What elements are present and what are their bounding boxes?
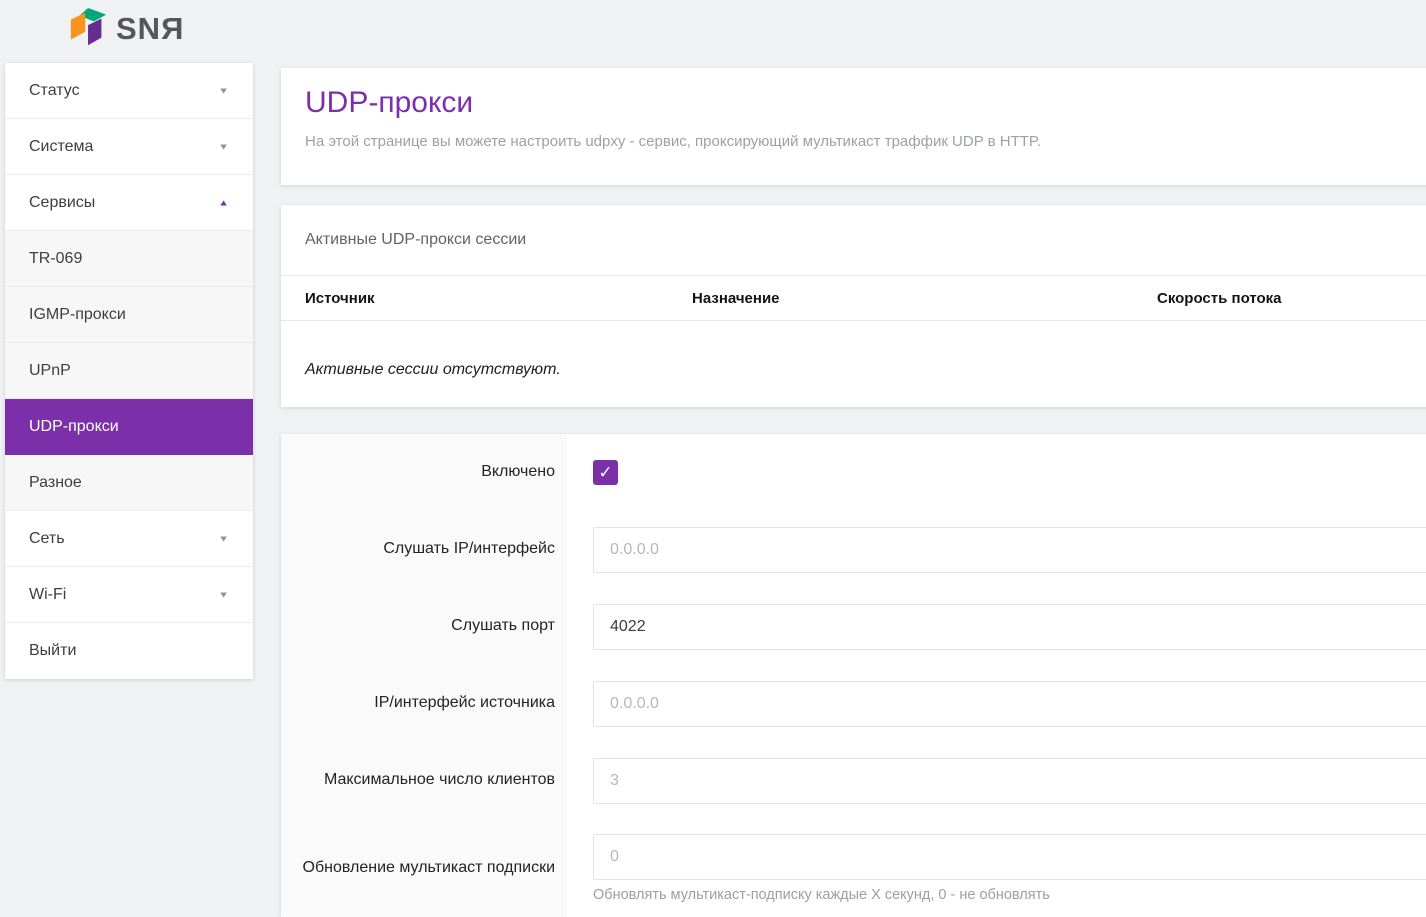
max-clients-label: Максимальное число клиентов <box>281 742 567 819</box>
column-stream-rate: Скорость потока <box>1157 290 1426 307</box>
multicast-refresh-hint: Обновлять мультикаст-подписку каждые X с… <box>593 887 1426 903</box>
sessions-card-title: Активные UDP-прокси сессии <box>281 205 1426 275</box>
max-clients-input[interactable] <box>593 758 1426 804</box>
snr-cube-icon <box>68 7 110 51</box>
sidebar-item-misc[interactable]: Разное <box>5 455 253 511</box>
chevron-down-icon: ▼ <box>218 590 229 600</box>
udp-proxy-settings-card: Включено ✓ Слушать IP/интерфейс Слушать … <box>281 434 1426 917</box>
listen-ip-input[interactable] <box>593 527 1426 573</box>
source-ip-input[interactable] <box>593 681 1426 727</box>
sidebar-item-system[interactable]: Система ▼ <box>5 119 253 175</box>
page: SNЯ Статус ▼ Система ▼ Сервисы ▲ TR-069 … <box>0 0 1426 917</box>
column-source: Источник <box>305 290 692 307</box>
sidebar-item-logout[interactable]: Выйти <box>5 623 253 679</box>
chevron-down-icon: ▼ <box>218 86 229 96</box>
page-title: UDP-прокси <box>305 85 1426 121</box>
source-ip-label: IP/интерфейс источника <box>281 665 567 742</box>
chevron-up-icon: ▲ <box>218 198 229 208</box>
sidebar-item-services[interactable]: Сервисы ▲ <box>5 175 253 231</box>
multicast-refresh-label: Обновление мультикаст подписки <box>281 819 567 917</box>
page-subtitle: На этой странице вы можете настроить udp… <box>305 133 1426 150</box>
listen-port-input[interactable] <box>593 604 1426 650</box>
multicast-refresh-input[interactable] <box>593 834 1426 880</box>
sessions-table-header: Источник Назначение Скорость потока <box>281 275 1426 321</box>
sidebar-item-igmp-proxy[interactable]: IGMP-прокси <box>5 287 253 343</box>
sidebar-item-upnp[interactable]: UPnP <box>5 343 253 399</box>
column-destination: Назначение <box>692 290 1157 307</box>
enabled-label: Включено <box>281 434 567 511</box>
sidebar-item-udp-proxy[interactable]: UDP-прокси <box>5 399 253 455</box>
active-sessions-card: Активные UDP-прокси сессии Источник Назн… <box>281 205 1426 407</box>
snr-logo: SNЯ <box>68 6 184 52</box>
main-content: UDP-прокси На этой странице вы можете на… <box>281 68 1426 917</box>
sidebar-item-network[interactable]: Сеть ▼ <box>5 511 253 567</box>
sessions-empty-message: Активные сессии отсутствуют. <box>281 321 1426 407</box>
chevron-down-icon: ▼ <box>218 534 229 544</box>
chevron-down-icon: ▼ <box>218 142 229 152</box>
page-header-card: UDP-прокси На этой странице вы можете на… <box>281 68 1426 185</box>
check-icon: ✓ <box>598 463 612 483</box>
sidebar-item-tr069[interactable]: TR-069 <box>5 231 253 287</box>
listen-ip-label: Слушать IP/интерфейс <box>281 511 567 588</box>
logo-text: SNЯ <box>116 13 184 46</box>
sidebar-item-wifi[interactable]: Wi-Fi ▼ <box>5 567 253 623</box>
listen-port-label: Слушать порт <box>281 588 567 665</box>
sidebar: Статус ▼ Система ▼ Сервисы ▲ TR-069 IGMP… <box>5 63 253 679</box>
enabled-checkbox[interactable]: ✓ <box>593 460 618 485</box>
sidebar-item-status[interactable]: Статус ▼ <box>5 63 253 119</box>
